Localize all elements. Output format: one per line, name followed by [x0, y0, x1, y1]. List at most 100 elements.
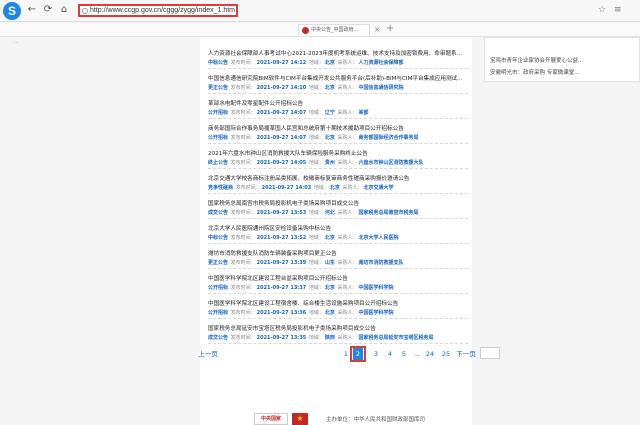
publish-time-label: 发布时间： — [230, 135, 256, 141]
announcement-title-link[interactable]: 国家税务总局南宫市税务局投影机电子类场采购项目成交公告 — [208, 199, 468, 207]
back-icon[interactable]: ← — [26, 4, 38, 16]
publish-date: 2021-09-27 13:37 — [256, 285, 307, 291]
announcement-title-link[interactable]: 北京大学人民医院通州院区安检设备采购中标公告 — [208, 224, 468, 232]
announcement-title-link[interactable]: 潍坊市消防救援支队消防车辆装备采购项目更正公告 — [208, 249, 468, 257]
new-tab-icon[interactable]: + — [386, 23, 394, 34]
announcement-type[interactable]: 公开招标 — [208, 310, 228, 316]
announcement-type[interactable]: 更正公告 — [208, 85, 228, 91]
region-value[interactable]: 贵州 — [325, 160, 335, 166]
buyer-value[interactable]: 六盘水市钟山区消防救援大队 — [359, 160, 424, 166]
buyer-value[interactable]: 某部 — [359, 110, 369, 116]
page-jump-input[interactable] — [480, 347, 500, 359]
announcement-meta: 公开招标 发布时间：2021-09-27 13:36 地域：北京 采购人：中国医… — [208, 309, 468, 316]
region-value[interactable]: 陕西 — [325, 335, 335, 341]
announcement-title-link[interactable]: 北京交通大学校各商标注册品类拓展、校徽商标复审商务性磋商采购报价邀请公告 — [208, 174, 468, 182]
announcement-type[interactable]: 公开招标 — [208, 135, 228, 141]
footer-text: 主办单位：中华人民共和国财政部国库司 — [326, 417, 426, 423]
announcement-meta: 竞争性磋商 发布时间：2021-09-27 14:03 地域：北京 采购人：北京… — [208, 184, 468, 191]
announcement-title-link[interactable]: 某部水电配件及零星配件公开招标公告 — [208, 99, 468, 107]
region-value[interactable]: 北京 — [325, 235, 335, 241]
tab-ccgp[interactable]: 中央公告_中国政府... — [298, 24, 370, 36]
list-item: 北京大学人民医院通州院区安检设备采购中标公告 中标公告 发布时间：2021-09-… — [208, 222, 468, 244]
announcement-type[interactable]: 更正公告 — [208, 260, 228, 266]
buyer-value[interactable]: 潍坊市消防救援支队 — [359, 260, 404, 266]
announcement-title-link[interactable]: 中国医学科学院北区建设工程宿舍楼、综合楼生活设施采购项目公开招标公告 — [208, 299, 468, 307]
news-link-1[interactable]: 宝鸡市青年企业家协会开展爱心公益... — [490, 56, 583, 64]
announcement-meta: 成交公告 发布时间：2021-09-27 13:35 地域：陕西 采购人：国家税… — [208, 334, 468, 341]
announcement-type[interactable]: 竞争性磋商 — [208, 185, 233, 191]
region-value[interactable]: 北京 — [325, 135, 335, 141]
announcement-type[interactable]: 公开招标 — [208, 285, 228, 291]
region-value[interactable]: 辽宁 — [325, 110, 335, 116]
announcement-meta: 更正公告 发布时间：2021-09-27 13:39 地域：山东 采购人：潍坊市… — [208, 259, 468, 266]
page-link-24[interactable]: 24 — [424, 348, 436, 360]
publish-date: 2021-09-27 14:03 — [261, 185, 312, 191]
list-item: 潍坊市消防救援支队消防车辆装备采购项目更正公告 更正公告 发布时间：2021-09… — [208, 247, 468, 269]
buyer-value[interactable]: 中国医学科学院 — [359, 285, 394, 291]
left-placeholder: ... — [14, 39, 19, 45]
buyer-value[interactable]: 国家税务总局南宫市税务局 — [359, 210, 419, 216]
publish-time-label: 发布时间： — [230, 60, 256, 66]
announcement-meta: 公开招标 发布时间：2021-09-27 13:37 地域：北京 采购人：中国医… — [208, 284, 468, 291]
address-bar[interactable]: http://www.ccgp.gov.cn/cggg/zygg/index_1… — [78, 4, 238, 17]
region-value[interactable]: 北京 — [325, 60, 335, 66]
next-page-link[interactable]: 下一页 — [454, 348, 478, 360]
publish-date: 2021-09-27 14:10 — [256, 85, 307, 91]
tab-close-icon[interactable]: × — [374, 25, 381, 34]
region-label: 地域： — [308, 210, 324, 216]
buyer-value[interactable]: 中国信息通信研究院 — [359, 85, 404, 91]
region-value[interactable]: 北京 — [330, 185, 340, 191]
announcement-type[interactable]: 公开招标 — [208, 110, 228, 116]
announcement-type[interactable]: 中标公告 — [208, 60, 228, 66]
buyer-label: 采购人： — [337, 310, 358, 316]
region-value[interactable]: 河北 — [325, 210, 335, 216]
prev-page-link[interactable]: 上一页 — [196, 348, 220, 360]
news-link-2[interactable]: 安徽明光市：政府采购 专家微课堂... — [490, 68, 580, 76]
announcement-type[interactable]: 成交公告 — [208, 210, 228, 216]
page-link-5[interactable]: 5 — [400, 348, 408, 360]
announcement-meta: 更正公告 发布时间：2021-09-27 14:10 地域：北京 采购人：中国信… — [208, 84, 468, 91]
region-value[interactable]: 北京 — [325, 285, 335, 291]
announcement-title-link[interactable]: 2021年六盘水市钟山区消防救援大队车辆保险服务采购终止公告 — [208, 149, 468, 157]
star-icon[interactable]: ☆ — [598, 4, 606, 16]
page-info-icon — [82, 8, 88, 14]
buyer-value[interactable]: 国家税务总局延安市宝塔区税务局 — [359, 335, 434, 341]
buyer-value[interactable]: 中国医学科学院 — [359, 310, 394, 316]
announcement-type[interactable]: 终止公告 — [208, 160, 228, 166]
browser-toolbar: S ← ⟳ ⌂ http://www.ccgp.gov.cn/cggg/zygg… — [0, 0, 640, 22]
buyer-value[interactable]: 北京交通大学 — [364, 185, 394, 191]
page-link-current[interactable]: 2 — [353, 348, 363, 360]
publish-date: 2021-09-27 14:07 — [256, 110, 307, 116]
buyer-label: 采购人： — [337, 335, 358, 341]
region-label: 地域： — [308, 335, 324, 341]
announcement-title-link[interactable]: 中国信息通信研究院BIM软件与CIM平台集成开发公共服务平台(后补助)-BIM与… — [208, 74, 468, 82]
list-item: 某部水电配件及零星配件公开招标公告 公开招标 发布时间：2021-09-27 14… — [208, 97, 468, 119]
buyer-value[interactable]: 北京大学人民医院 — [359, 235, 399, 241]
menu-icon[interactable]: ≡ — [614, 4, 622, 16]
buyer-label: 采购人： — [337, 235, 358, 241]
announcement-type[interactable]: 成交公告 — [208, 335, 228, 341]
announcement-title-link[interactable]: 人力资源社会保障部人事考试中心2021-2023年度机考系统运维、技术支持及加密… — [208, 49, 468, 57]
list-item: 中国医学科学院北区建设工程台盆采购项目公开招标公告 公开招标 发布时间：2021-… — [208, 272, 468, 294]
tab-bar: 中央公告_中国政府... × + — [0, 23, 640, 37]
buyer-label: 采购人： — [337, 285, 358, 291]
buyer-value[interactable]: 人力资源社会保障部 — [359, 60, 404, 66]
list-item: 北京交通大学校各商标注册品类拓展、校徽商标复审商务性磋商采购报价邀请公告 竞争性磋… — [208, 172, 468, 194]
page-link-25[interactable]: 25 — [440, 348, 452, 360]
refresh-icon[interactable]: ⟳ — [42, 4, 54, 16]
page-link-3[interactable]: 3 — [372, 348, 380, 360]
region-value[interactable]: 北京 — [325, 85, 335, 91]
region-value[interactable]: 山东 — [325, 260, 335, 266]
publish-time-label: 发布时间： — [230, 310, 256, 316]
publish-date: 2021-09-27 13:39 — [256, 260, 307, 266]
announcement-title-link[interactable]: 商务部国际合作事务局援某国人民宫和总统府第十期技术援助项目公开招标公告 — [208, 124, 468, 132]
buyer-value[interactable]: 商务部国际经济合作事务局 — [359, 135, 419, 141]
page-link-4[interactable]: 4 — [386, 348, 394, 360]
publish-date: 2021-09-27 14:05 — [256, 160, 307, 166]
announcement-title-link[interactable]: 中国医学科学院北区建设工程台盆采购项目公开招标公告 — [208, 274, 468, 282]
home-icon[interactable]: ⌂ — [58, 4, 70, 16]
page-link-1[interactable]: 1 — [342, 348, 350, 360]
announcement-type[interactable]: 中标公告 — [208, 235, 228, 241]
announcement-title-link[interactable]: 国家税务总局延安市宝塔区税务局投影机电子类场采购项目成交公告 — [208, 324, 468, 332]
region-value[interactable]: 北京 — [325, 310, 335, 316]
